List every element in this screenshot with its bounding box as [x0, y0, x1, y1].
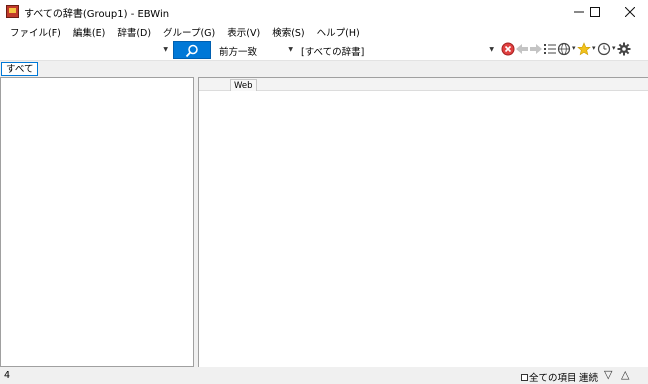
search-icon: [185, 44, 198, 58]
search-input[interactable]: ▼: [2, 41, 171, 59]
tab-all[interactable]: すべて: [1, 62, 39, 76]
chevron-down-icon[interactable]: ▼: [288, 46, 293, 53]
all-items-checkbox[interactable]: 全ての項目: [521, 370, 577, 384]
window-title: すべての辞書(Group1) - EBWin: [24, 9, 170, 20]
menu-help[interactable]: ヘルプ(H): [311, 25, 366, 39]
maximize-icon: [589, 6, 600, 17]
menu-bar: ファイル(F) 編集(E) 辞書(D) グループ(G) 表示(V) 検索(S) …: [0, 23, 648, 40]
dictionary-select[interactable]: [すべての辞書] ▼: [297, 41, 497, 59]
star-icon[interactable]: [577, 42, 591, 56]
globe-dropdown-icon[interactable]: ▾: [572, 44, 576, 52]
chevron-down-icon[interactable]: ▼: [163, 46, 168, 53]
search-mode-select[interactable]: 前方一致 ▼: [215, 41, 296, 59]
app-icon[interactable]: [6, 5, 19, 18]
content-pane[interactable]: [198, 77, 648, 367]
dictionary-value: [すべての辞書]: [301, 47, 365, 58]
result-list-pane[interactable]: [0, 77, 194, 367]
favorites-dropdown-icon[interactable]: ▾: [592, 44, 596, 52]
history-dropdown-icon[interactable]: ▾: [612, 44, 616, 52]
close-icon: [624, 6, 635, 17]
tab-strip: [0, 61, 648, 77]
close-button[interactable]: [613, 0, 646, 23]
list-icon[interactable]: [543, 42, 557, 56]
result-count: 4: [4, 370, 11, 381]
menu-search[interactable]: 検索(S): [266, 25, 310, 39]
menu-view[interactable]: 表示(V): [221, 25, 266, 39]
menu-dictionary[interactable]: 辞書(D): [111, 25, 157, 39]
clock-icon[interactable]: [597, 42, 611, 56]
menu-group[interactable]: グループ(G): [157, 25, 221, 39]
content-tab-strip: [199, 78, 648, 91]
triangle-down-icon[interactable]: ▽: [604, 368, 612, 381]
gear-icon[interactable]: [617, 42, 631, 56]
chevron-down-icon[interactable]: ▼: [489, 46, 494, 53]
tab-web[interactable]: Web: [230, 79, 257, 91]
checkbox-box[interactable]: [521, 373, 528, 381]
triangle-up-icon[interactable]: △: [621, 368, 629, 381]
back-arrow-icon[interactable]: [515, 42, 529, 56]
all-items-label: 全ての項目: [529, 373, 577, 384]
search-button[interactable]: [173, 41, 211, 59]
stop-icon[interactable]: [501, 42, 515, 56]
globe-icon[interactable]: [557, 42, 571, 56]
menu-file[interactable]: ファイル(F): [4, 25, 67, 39]
menu-edit[interactable]: 編集(E): [67, 25, 111, 39]
maximize-button[interactable]: [578, 0, 611, 23]
continuous-toggle[interactable]: 連続: [579, 370, 598, 384]
forward-arrow-icon[interactable]: [529, 42, 543, 56]
search-mode-value: 前方一致: [219, 47, 258, 58]
